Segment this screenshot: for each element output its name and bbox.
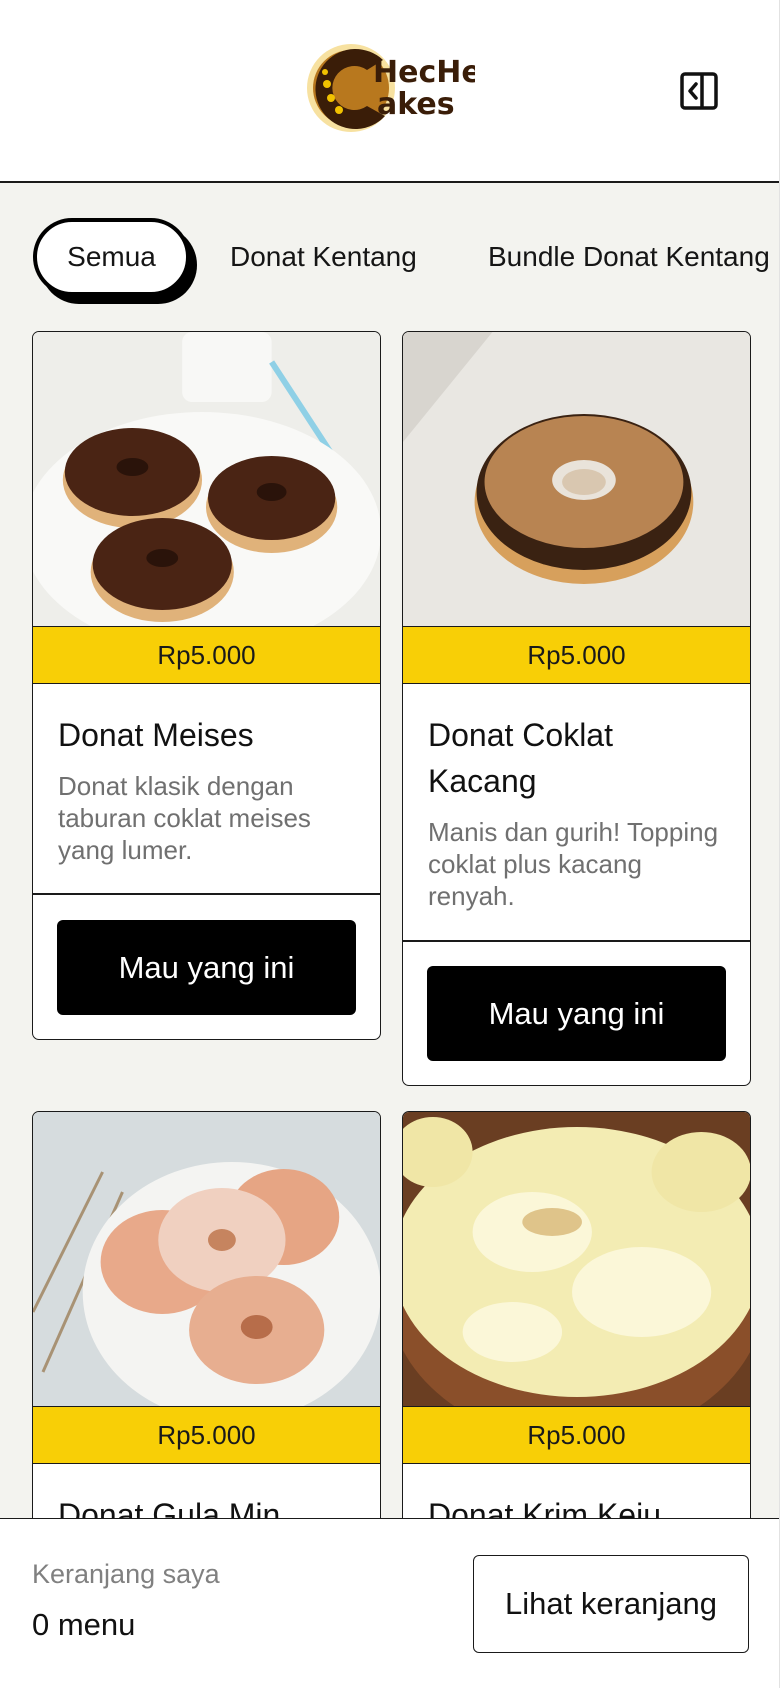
product-description: Donat klasik dengan taburan coklat meise… bbox=[58, 771, 311, 865]
product-description: Manis dan gurih! Topping coklat plus kac… bbox=[428, 817, 719, 911]
product-list-area[interactable]: Semua Donat Kentang Bundle Donat Kentang bbox=[0, 183, 780, 1518]
card-divider bbox=[403, 940, 750, 942]
product-title: Donat Coklat Kacang bbox=[428, 717, 613, 799]
product-title: Donat Meises bbox=[58, 717, 254, 753]
card-divider bbox=[33, 893, 380, 895]
view-cart-button[interactable]: Lihat keranjang bbox=[473, 1555, 749, 1653]
price-label: Rp5.000 bbox=[403, 626, 750, 684]
add-to-cart-button[interactable]: Mau yang ini bbox=[57, 920, 356, 1015]
category-tabs: Semua Donat Kentang Bundle Donat Kentang bbox=[0, 218, 780, 304]
product-card-donat-meises: Rp5.000 Donat Meises Donat klasik dengan… bbox=[32, 331, 381, 1040]
price-label: Rp5.000 bbox=[33, 626, 380, 684]
cart-bar: Keranjang saya 0 menu Lihat keranjang bbox=[0, 1518, 780, 1688]
product-card-donat-coklat-kacang: Rp5.000 Donat Coklat Kacang Manis dan gu… bbox=[402, 331, 751, 1086]
product-image bbox=[33, 332, 380, 626]
tab-bundle-donat-kentang[interactable]: Bundle Donat Kentang bbox=[488, 218, 770, 296]
product-image bbox=[33, 1112, 380, 1406]
product-image bbox=[403, 1112, 750, 1406]
logo-text-bottom: akes bbox=[377, 87, 455, 122]
product-card-donat-gula-min: Rp5.000 Donat Gula Min bbox=[32, 1111, 381, 1518]
brand-logo[interactable]: HecHe akes bbox=[305, 40, 482, 138]
cart-count: 0 menu bbox=[32, 1607, 136, 1642]
tab-semua[interactable]: Semua bbox=[33, 218, 190, 296]
app-header: HecHe akes bbox=[0, 0, 780, 183]
logo-text-top: HecHe bbox=[373, 55, 475, 90]
price-label: Rp5.000 bbox=[403, 1406, 750, 1464]
product-card-donat-krim-keju: Rp5.000 Donat Krim Keju bbox=[402, 1111, 751, 1518]
sidebar-collapse-icon[interactable] bbox=[680, 72, 718, 110]
cart-label: Keranjang saya bbox=[32, 1559, 220, 1589]
product-image bbox=[403, 332, 750, 626]
price-label: Rp5.000 bbox=[33, 1406, 380, 1464]
tab-donat-kentang[interactable]: Donat Kentang bbox=[230, 218, 417, 296]
product-title: Donat Gula Min bbox=[58, 1497, 281, 1518]
add-to-cart-button[interactable]: Mau yang ini bbox=[427, 966, 726, 1061]
product-title: Donat Krim Keju bbox=[428, 1497, 661, 1518]
